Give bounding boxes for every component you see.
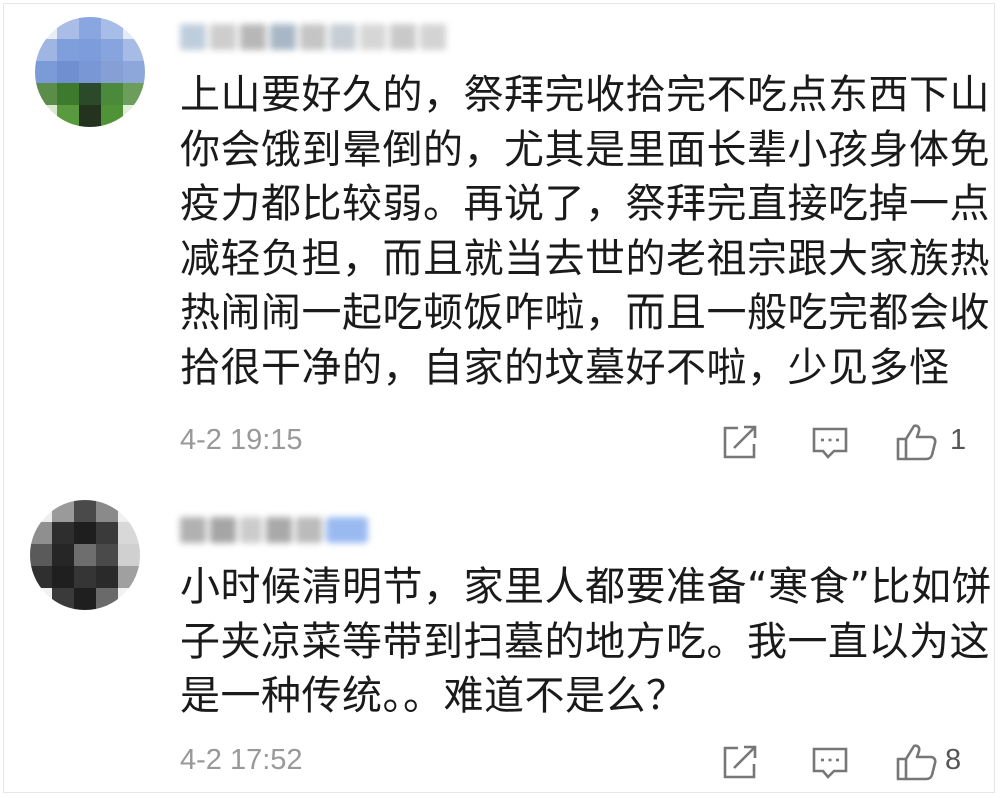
comment-icon[interactable] bbox=[810, 742, 850, 782]
comment-line: 减轻负担，而且就当去世的老祖宗跟大家族热 bbox=[180, 235, 990, 282]
username-blurred[interactable] bbox=[180, 20, 446, 54]
comment-item: 上山要好久的，祭拜完收拾完不吃点东西下山 你会饿到晕倒的，尤其是里面长辈小孩身体… bbox=[0, 0, 1000, 488]
like-count: 8 bbox=[945, 744, 962, 776]
comment-line: 小时候清明节，家里人都要准备“寒食”比如饼 bbox=[180, 564, 992, 610]
share-icon[interactable] bbox=[720, 422, 760, 462]
comment-timestamp: 4-2 19:15 bbox=[180, 424, 303, 456]
comment-footer: 4-2 19:15 1 bbox=[180, 420, 980, 464]
comment-line: 子夹凉菜等带到扫墓的地方吃。我一直以为这 bbox=[180, 618, 990, 665]
comment-line: 热闹闹一起吃顿饭咋啦，而且一般吃完都会收 bbox=[180, 290, 990, 336]
comment-item: 小时候清明节，家里人都要准备“寒食”比如饼 子夹凉菜等带到扫墓的地方吃。我一直以… bbox=[0, 488, 1000, 798]
comment-footer: 4-2 17:52 8 bbox=[180, 740, 980, 784]
comment-timestamp: 4-2 17:52 bbox=[180, 744, 303, 776]
share-icon[interactable] bbox=[720, 742, 760, 782]
comment-line: 你会饿到晕倒的，尤其是里面长辈小孩身体免 bbox=[180, 126, 990, 173]
avatar[interactable] bbox=[30, 500, 140, 610]
thumbs-up-icon[interactable] bbox=[895, 422, 937, 462]
comment-icon[interactable] bbox=[810, 422, 850, 462]
like-count: 1 bbox=[950, 424, 967, 456]
comment-line: 拾很干净的，自家的坟墓好不啦，少见多怪 bbox=[180, 344, 950, 391]
comment-line: 上山要好久的，祭拜完收拾完不吃点东西下山 bbox=[180, 72, 990, 118]
comment-text: 小时候清明节，家里人都要准备“寒食”比如饼 子夹凉菜等带到扫墓的地方吃。我一直以… bbox=[180, 560, 992, 724]
username-blurred[interactable] bbox=[180, 513, 368, 547]
comment-line: 疫力都比较弱。再说了，祭拜完直接吃掉一点 bbox=[180, 181, 990, 227]
avatar[interactable] bbox=[35, 17, 145, 127]
comment-text: 上山要好久的，祭拜完收拾完不吃点东西下山 你会饿到晕倒的，尤其是里面长辈小孩身体… bbox=[180, 68, 990, 395]
thumbs-up-icon[interactable] bbox=[895, 742, 937, 782]
comment-line: 是一种传统。。难道不是么？ bbox=[180, 673, 687, 719]
